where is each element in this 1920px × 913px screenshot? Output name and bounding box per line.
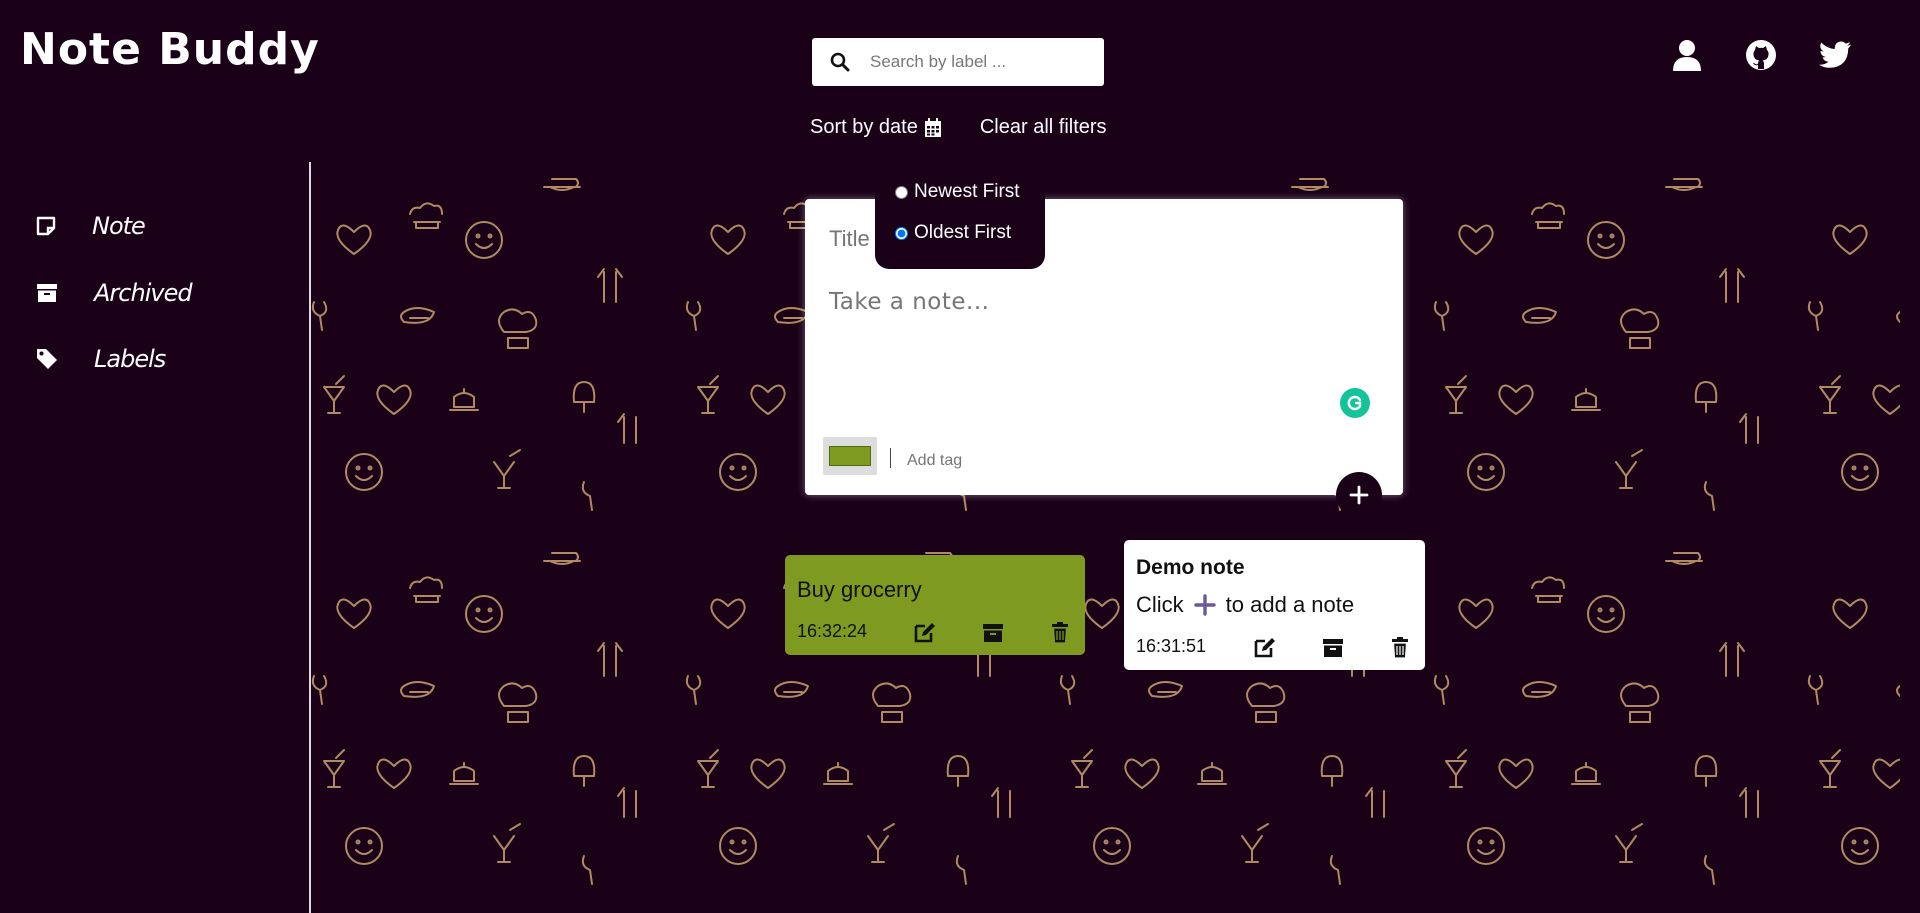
github-icon[interactable] <box>1744 38 1778 72</box>
archive-icon <box>37 284 57 302</box>
sort-option-oldest[interactable]: Oldest First <box>895 222 1011 244</box>
add-note-button[interactable] <box>1336 472 1382 518</box>
search-input[interactable] <box>868 51 1092 73</box>
note-title: Buy grocerry <box>797 577 922 602</box>
sidebar: Note Archived Labels <box>0 162 308 913</box>
color-swatch <box>829 446 871 466</box>
sidebar-item-archived[interactable]: Archived <box>36 279 193 307</box>
note-time: 16:32:24 <box>797 621 868 641</box>
sort-by-date-label: Sort by date <box>810 116 918 138</box>
note-card[interactable]: Buy grocerry 16:32:24 <box>785 555 1085 655</box>
sort-dropdown: Newest First Oldest First <box>875 163 1045 269</box>
sidebar-item-label: Note <box>92 212 146 240</box>
tag-icon <box>37 349 57 369</box>
sidebar-item-labels[interactable]: Labels <box>36 345 166 373</box>
radio-newest[interactable] <box>895 185 908 199</box>
header-icons <box>1670 38 1852 72</box>
note-body-input[interactable] <box>827 287 1371 391</box>
grammarly-icon[interactable] <box>1340 388 1370 418</box>
sort-by-date-button[interactable]: Sort by date <box>810 116 942 139</box>
sort-option-label: Oldest First <box>914 222 1012 243</box>
search-icon <box>830 52 850 72</box>
archive-icon[interactable] <box>980 620 1006 646</box>
note-time: 16:31:51 <box>1136 636 1207 656</box>
radio-oldest[interactable] <box>895 226 908 240</box>
add-tag-input[interactable] <box>905 451 1109 471</box>
sidebar-item-note[interactable]: Note <box>36 212 146 240</box>
sidebar-divider <box>309 162 311 913</box>
sort-bar: Sort by date Clear all filters <box>810 116 1107 139</box>
header: Note Buddy Sort by date Clear all filter… <box>0 0 1900 162</box>
clear-filters-button[interactable]: Clear all filters <box>980 116 1107 139</box>
app-logo[interactable]: Note Buddy <box>20 24 320 75</box>
plus-icon <box>1193 594 1216 616</box>
note-title: Demo note <box>1136 556 1245 579</box>
color-picker[interactable] <box>823 437 877 475</box>
edit-icon[interactable] <box>912 619 938 645</box>
sort-option-newest[interactable]: Newest First <box>895 181 1020 203</box>
sidebar-item-label: Labels <box>94 345 166 373</box>
calendar-icon <box>924 117 941 137</box>
sticky-note-icon <box>36 216 56 236</box>
delete-icon[interactable] <box>1047 620 1073 646</box>
edit-icon[interactable] <box>1252 634 1278 660</box>
note-body-text: Click <box>1136 592 1184 617</box>
archive-icon[interactable] <box>1320 635 1346 661</box>
user-icon[interactable] <box>1670 38 1704 72</box>
note-body-text: to add a note <box>1225 592 1355 617</box>
delete-icon[interactable] <box>1387 635 1413 661</box>
twitter-icon[interactable] <box>1818 38 1852 72</box>
plus-icon <box>1349 485 1369 505</box>
tag-divider <box>890 448 891 468</box>
note-body: Click to add a note <box>1136 592 1354 618</box>
note-card[interactable]: Demo note Click to add a note 16:31:51 <box>1124 540 1425 670</box>
sidebar-item-label: Archived <box>94 279 193 307</box>
search-box[interactable] <box>812 38 1104 86</box>
sort-option-label: Newest First <box>914 181 1020 202</box>
